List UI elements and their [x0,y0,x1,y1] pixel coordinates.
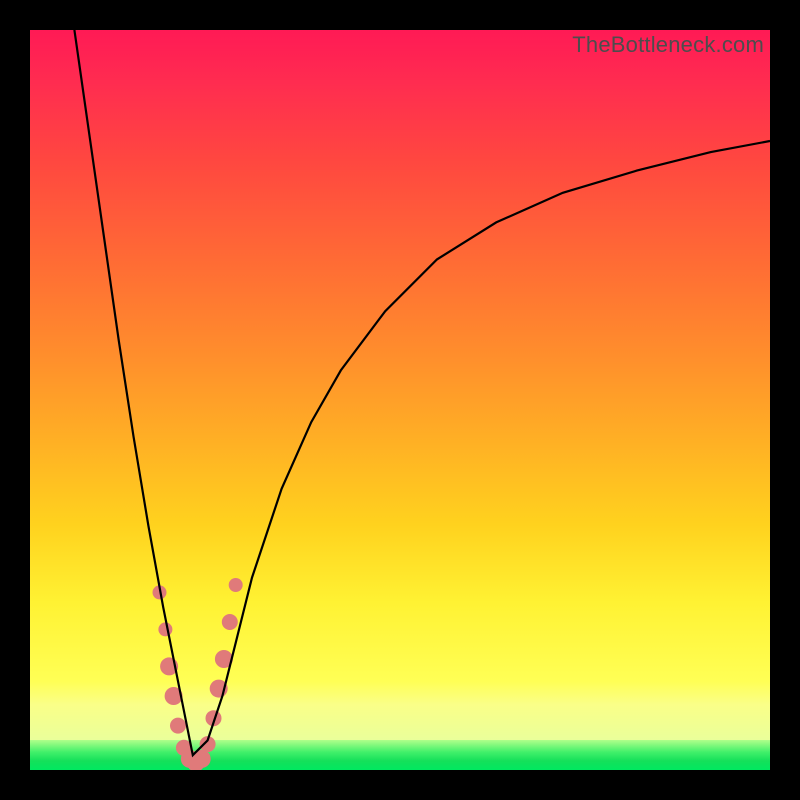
outer-frame: TheBottleneck.com [0,0,800,800]
bottleneck-curve [74,30,770,755]
data-point-marker [170,718,186,734]
data-point-marker [229,578,243,592]
watermark-text: TheBottleneck.com [572,32,764,58]
chart-svg [30,30,770,770]
plot-area: TheBottleneck.com [30,30,770,770]
data-point-marker [158,622,172,636]
markers-group [153,578,243,770]
data-point-marker [222,614,238,630]
